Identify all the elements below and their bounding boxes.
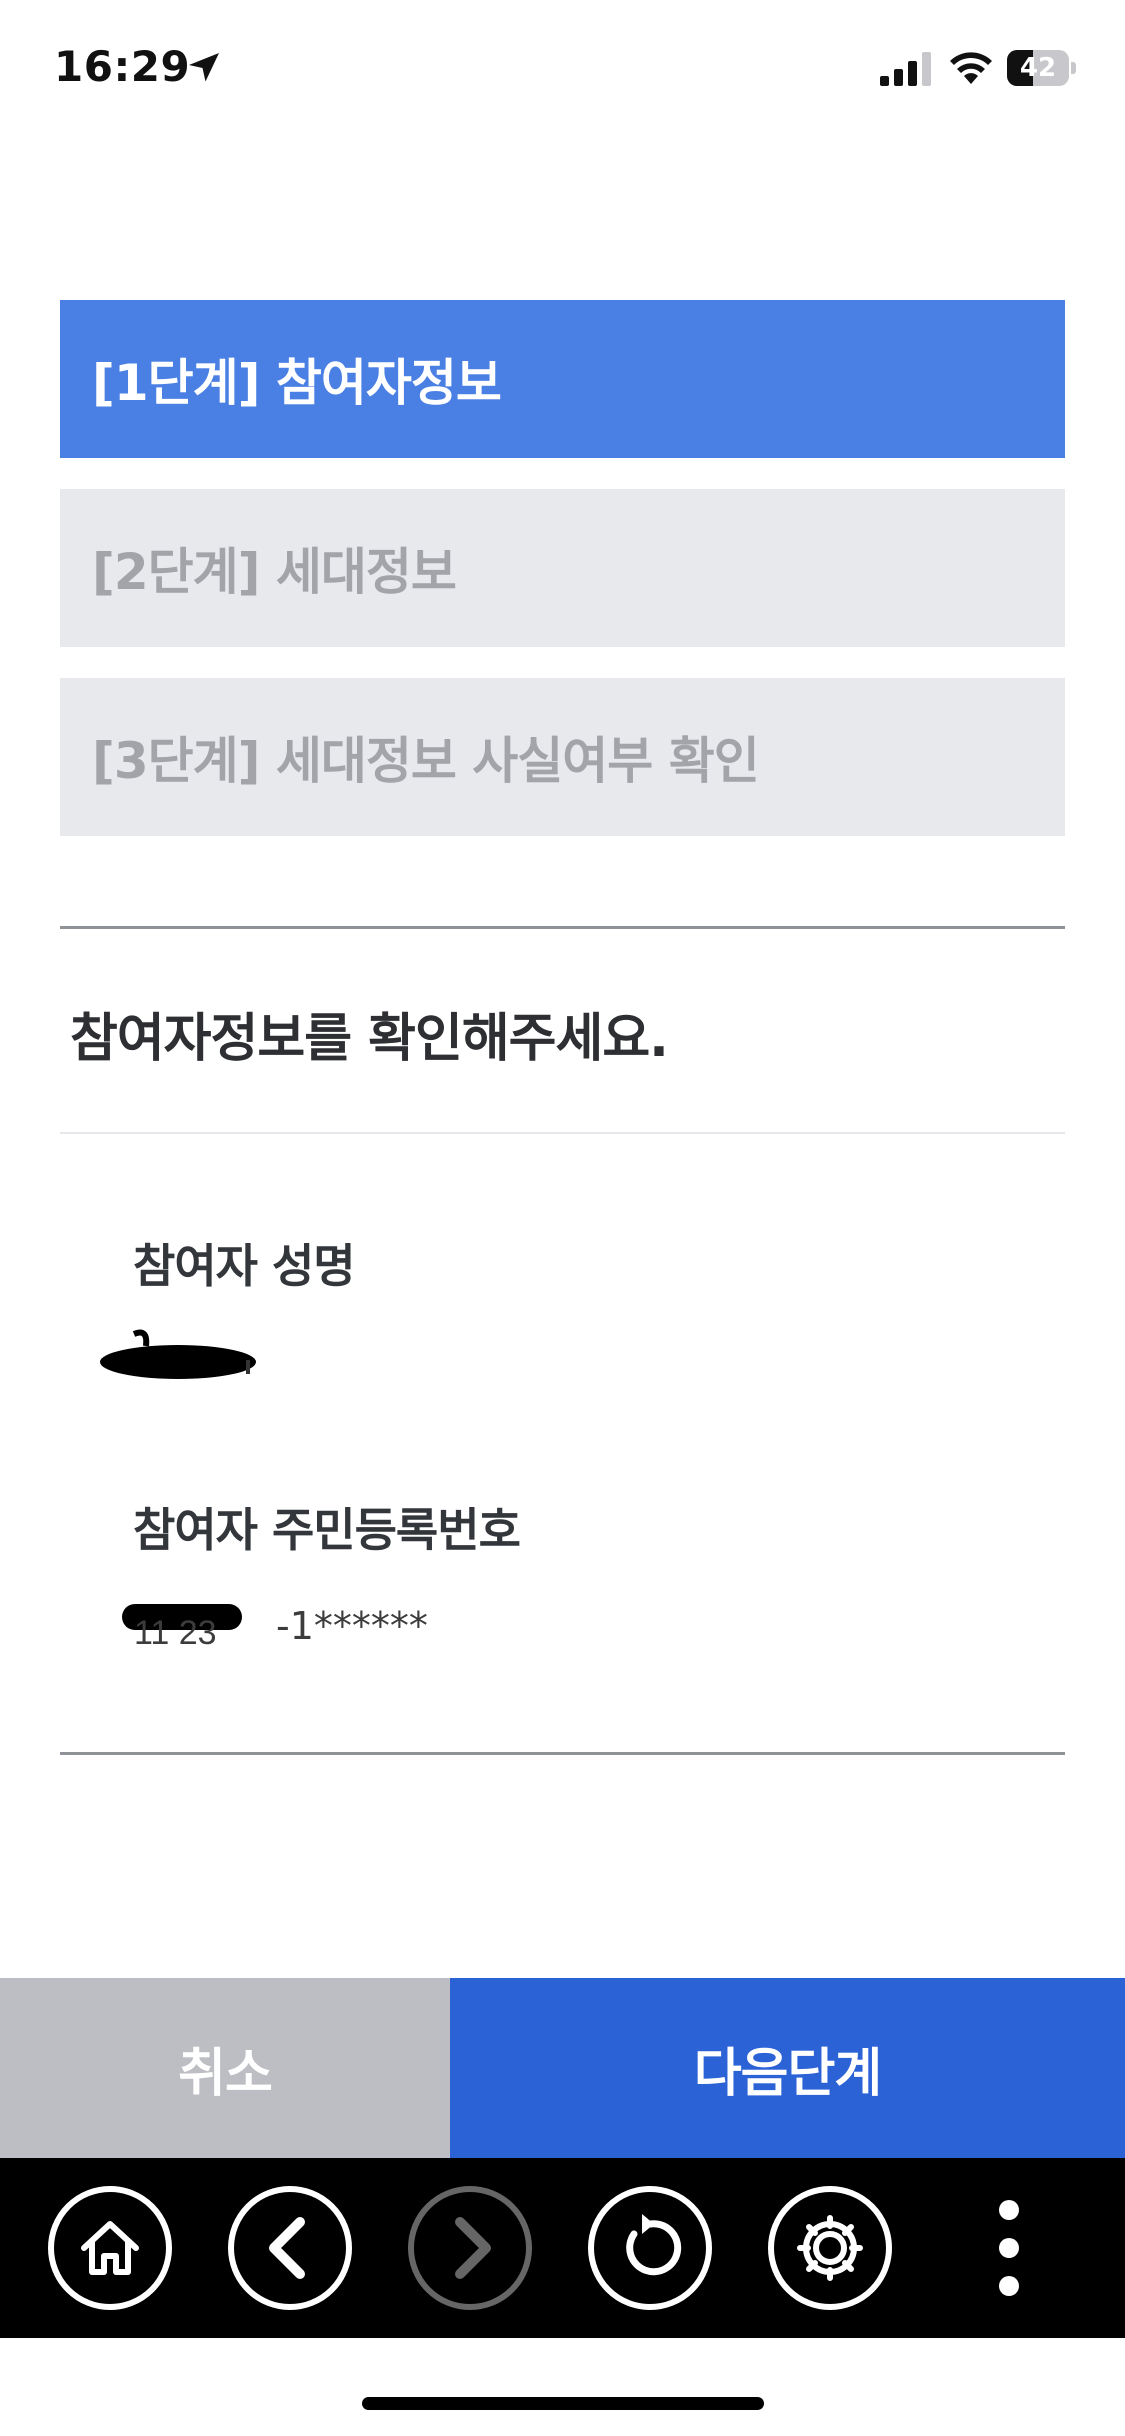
step-2-household-info[interactable]: [2단계] 세대정보 bbox=[60, 489, 1065, 647]
wifi-icon bbox=[950, 52, 992, 84]
section-heading: 참여자정보를 확인해주세요. bbox=[70, 1009, 669, 1069]
step-1-participant-info[interactable]: [1단계] 참여자정보 bbox=[60, 300, 1065, 458]
participant-rrn-label: 참여자 주민등록번호 bbox=[133, 1503, 521, 1557]
svg-text:11 23: 11 23 bbox=[134, 1614, 217, 1650]
forward-icon[interactable] bbox=[408, 2186, 532, 2310]
section-divider-light bbox=[60, 1132, 1065, 1134]
battery-icon: 42 bbox=[1007, 50, 1076, 86]
section-divider-bottom bbox=[60, 1752, 1065, 1755]
more-icon[interactable] bbox=[994, 2200, 1024, 2300]
redaction-mark bbox=[100, 1329, 256, 1379]
step-3-household-verify[interactable]: [3단계] 세대정보 사실여부 확인 bbox=[60, 678, 1065, 836]
browser-toolbar bbox=[0, 2158, 1125, 2338]
home-icon[interactable] bbox=[48, 2186, 172, 2310]
back-icon[interactable] bbox=[228, 2186, 352, 2310]
location-arrow-icon bbox=[189, 53, 219, 82]
settings-icon[interactable] bbox=[768, 2186, 892, 2310]
redaction-mark-rrn: 11 23 bbox=[122, 1604, 242, 1650]
status-time: 16:29 bbox=[54, 42, 191, 91]
home-indicator[interactable] bbox=[362, 2397, 764, 2410]
next-step-button[interactable]: 다음단계 bbox=[450, 1978, 1125, 2158]
section-divider-top bbox=[60, 926, 1065, 929]
refresh-icon[interactable] bbox=[588, 2186, 712, 2310]
status-bar: 16:29 42 bbox=[0, 0, 1125, 140]
cancel-button[interactable]: 취소 bbox=[0, 1978, 450, 2158]
cell-signal-icon bbox=[880, 52, 931, 86]
participant-rrn-value: -1****** bbox=[276, 1604, 428, 1648]
participant-name-label: 참여자 성명 bbox=[133, 1239, 356, 1293]
battery-level: 42 bbox=[1019, 53, 1057, 83]
